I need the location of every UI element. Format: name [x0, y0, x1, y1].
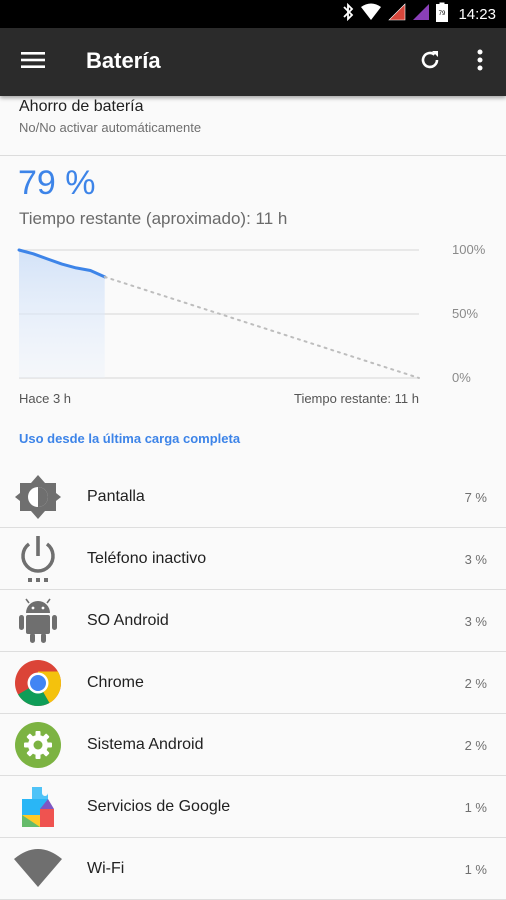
- cell-signal-icon: [388, 2, 406, 26]
- app-name: Wi-Fi: [87, 860, 125, 877]
- battery-chart-svg: [17, 248, 420, 379]
- app-percent: 3 %: [464, 552, 487, 567]
- menu-button[interactable]: [16, 46, 50, 78]
- wifi-signal-icon: [360, 3, 382, 26]
- brightness-icon: [14, 473, 62, 521]
- status-bar: 79 14:23: [0, 0, 506, 28]
- refresh-icon: [418, 48, 442, 77]
- y-tick-label: 50%: [452, 306, 479, 321]
- app-percent: 2 %: [464, 676, 487, 691]
- list-item[interactable]: Chrome 2 %: [0, 652, 506, 714]
- usage-since-full-charge-link[interactable]: Uso desde la última carga completa: [19, 431, 240, 446]
- app-name: Pantalla: [87, 488, 145, 505]
- menu-icon: [21, 51, 45, 74]
- y-tick-label: 0%: [452, 370, 471, 385]
- google-play-services-icon: [14, 783, 62, 831]
- list-item[interactable]: Servicios de Google 1 %: [0, 776, 506, 838]
- more-vert-icon: [477, 49, 483, 76]
- battery-icon: 79: [436, 2, 449, 27]
- list-item[interactable]: Teléfono inactivo 3 %: [0, 528, 506, 590]
- settings-gear-icon: [14, 721, 62, 769]
- app-name: Chrome: [87, 674, 144, 691]
- app-percent: 1 %: [464, 800, 487, 815]
- app-name: Servicios de Google: [87, 798, 231, 815]
- chrome-icon: [14, 659, 62, 707]
- cell-signal-icon: [412, 3, 430, 26]
- time-remaining: Tiempo restante (aproximado): 11 h: [19, 209, 288, 228]
- history-area: [19, 250, 105, 378]
- list-item[interactable]: Pantalla 7 %: [0, 466, 506, 528]
- app-percent: 7 %: [464, 490, 487, 505]
- list-item[interactable]: Sistema Android 2 %: [0, 714, 506, 776]
- list-item[interactable]: SO Android 3 %: [0, 590, 506, 652]
- battery-percent: 79 %: [18, 164, 96, 202]
- app-bar: Batería: [0, 28, 506, 96]
- wifi-icon: [14, 845, 62, 893]
- page-title: Batería: [86, 48, 161, 73]
- list-item[interactable]: Wi-Fi 1 %: [0, 838, 506, 900]
- app-name: Sistema Android: [87, 736, 204, 753]
- battery-saver-title: Ahorro de batería: [19, 98, 144, 115]
- battery-history-chart: 100% 50% 0% Hace 3 h Tiempo restante: 11…: [0, 236, 506, 416]
- projection-line: [103, 275, 420, 379]
- x-label-start: Hace 3 h: [19, 391, 72, 406]
- app-name: SO Android: [87, 612, 169, 629]
- clock: 14:23: [458, 5, 496, 23]
- app-percent: 3 %: [464, 614, 487, 629]
- more-options-button[interactable]: [464, 46, 496, 78]
- app-name: Teléfono inactivo: [87, 550, 207, 567]
- usage-list: Pantalla 7 % Teléfono inactivo 3 % SO An…: [0, 466, 506, 900]
- power-idle-icon: [14, 535, 62, 583]
- battery-saver-item[interactable]: Ahorro de batería No/No activar automáti…: [0, 96, 506, 156]
- svg-text:79: 79: [439, 11, 446, 17]
- x-label-end: Tiempo restante: 11 h: [293, 391, 419, 406]
- android-robot-icon: [14, 597, 62, 645]
- y-tick-label: 100%: [452, 242, 486, 257]
- bluetooth-icon: [342, 2, 354, 26]
- refresh-button[interactable]: [414, 46, 446, 78]
- app-percent: 2 %: [464, 738, 487, 753]
- app-percent: 1 %: [464, 862, 487, 877]
- battery-saver-subtitle: No/No activar automáticamente: [19, 120, 202, 135]
